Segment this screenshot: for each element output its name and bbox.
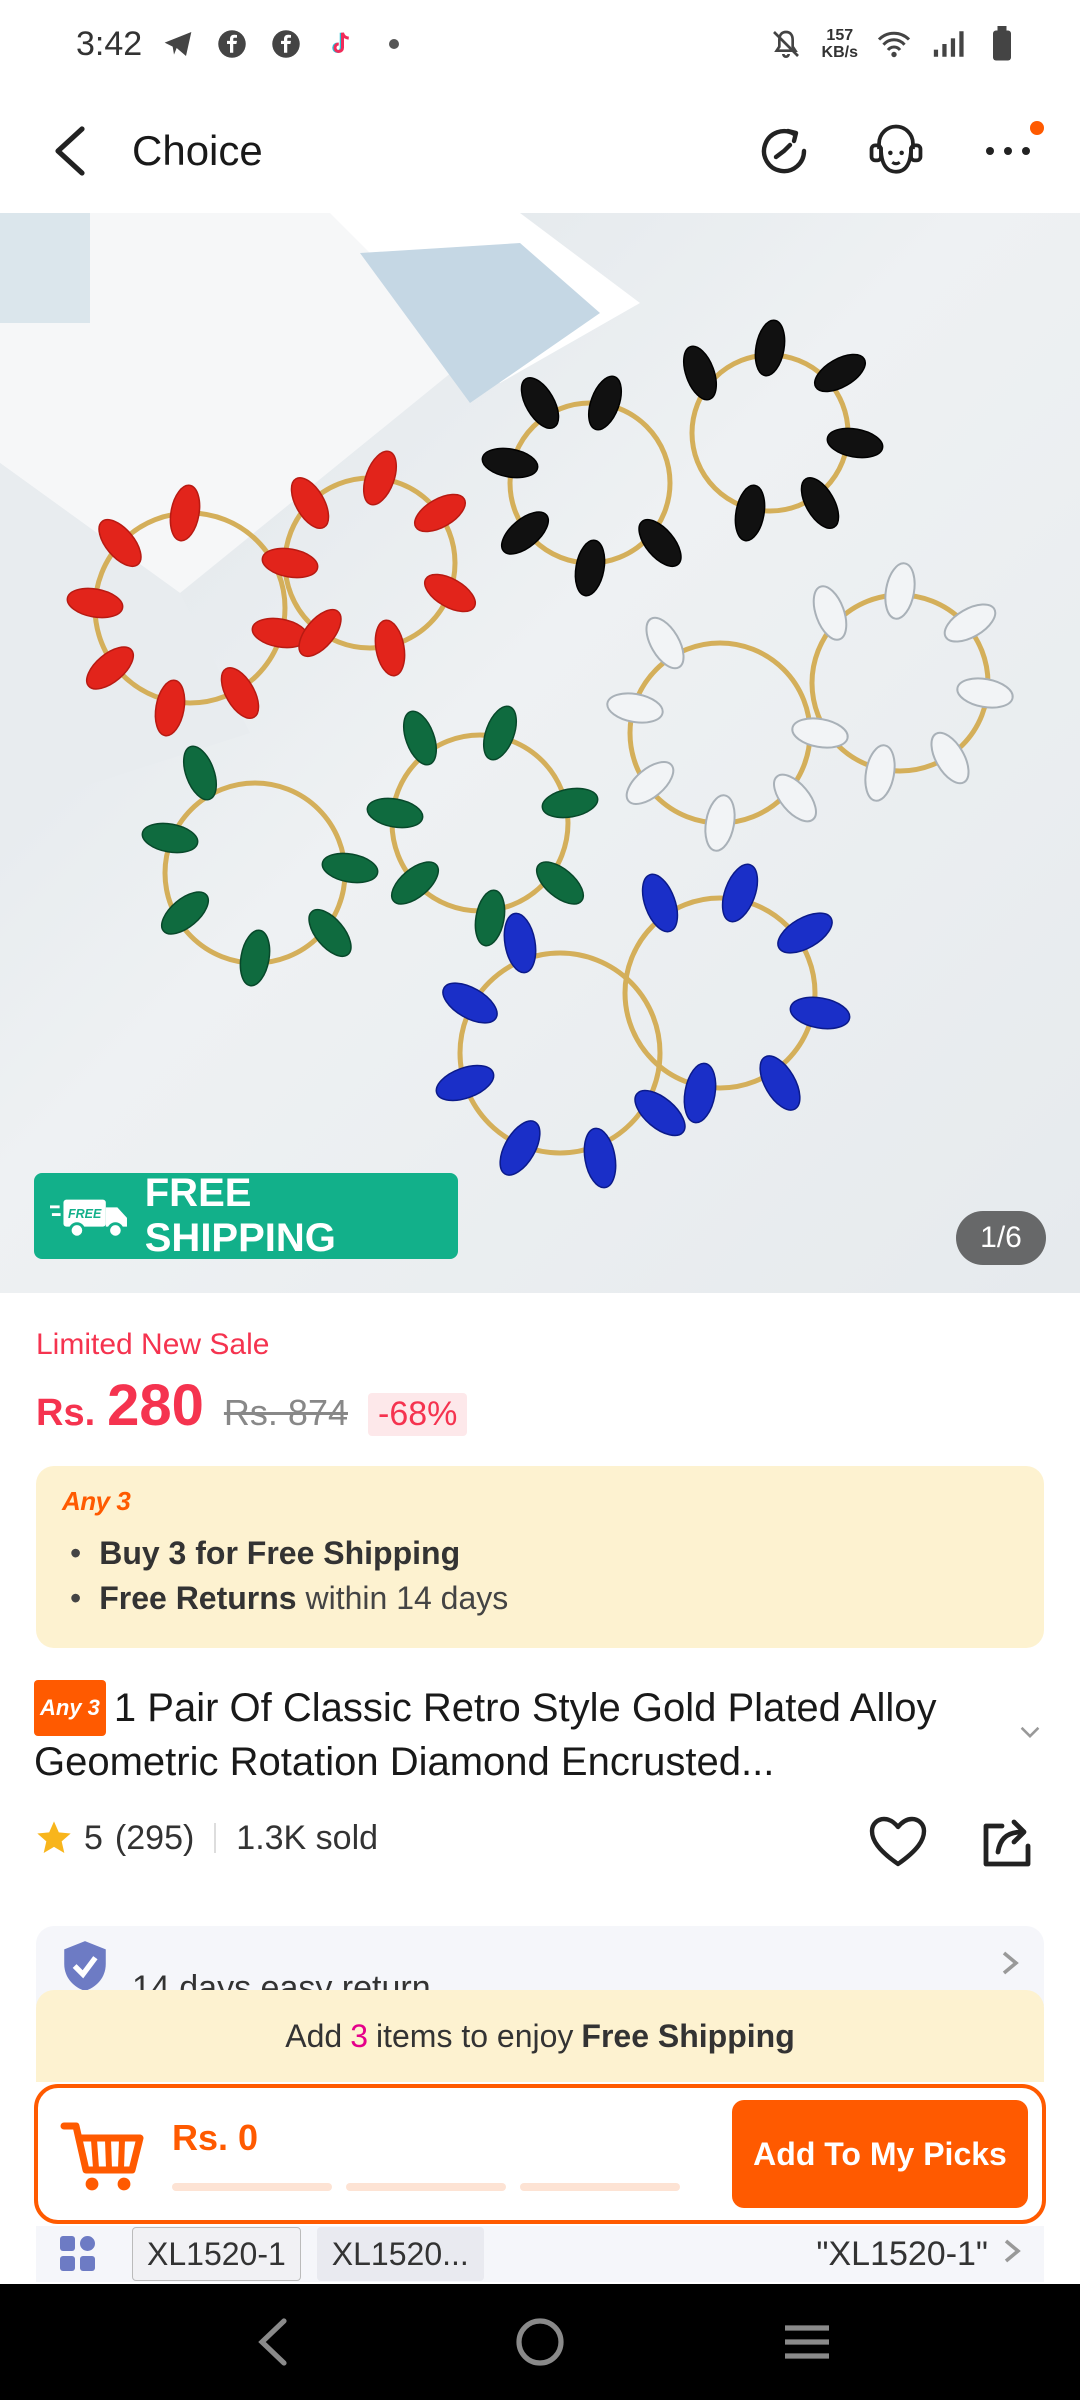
signal-icon [930,26,966,62]
nav-home-button[interactable] [500,2302,580,2382]
cart-progress [172,2183,732,2191]
support-agent-icon [869,124,923,174]
bundle-line-2: Free Returns within 14 days [62,1576,1018,1621]
more-button[interactable] [976,119,1044,183]
mute-icon [768,26,804,62]
share-icon[interactable] [976,1810,1040,1874]
cart-button[interactable] [52,2104,152,2204]
system-nav-bar [0,2284,1080,2400]
back-button[interactable] [40,121,100,181]
truck-icon: FREE [50,1199,127,1239]
telegram-icon [160,26,196,62]
star-icon [37,1821,71,1853]
facebook-icon [214,26,250,62]
page-title: Choice [132,126,263,174]
price-row: Rs. 280 Rs. 874 -68% [36,1372,468,1439]
nav-recents-icon [784,2325,829,2359]
shield-icon [64,1941,106,1991]
title-tag: Any 3 [34,1680,106,1736]
product-title[interactable]: Any 31 Pair Of Classic Retro Style Gold … [34,1680,1034,1788]
nav-back-button[interactable] [233,2302,313,2382]
status-bar: 3:42 157 KB/s [0,0,1080,88]
chevron-down-icon[interactable] [1016,1718,1044,1746]
nav-home-icon [516,2318,564,2366]
history-button[interactable] [752,119,816,183]
bundle-promo-box[interactable]: Any 3 Buy 3 for Free Shipping Free Retur… [36,1466,1044,1648]
divider [214,1823,217,1853]
support-button[interactable] [864,119,928,183]
truck-badge-text: FREE [68,1207,102,1221]
app-header: Choice [0,88,1080,213]
promo-label: Limited New Sale [36,1328,270,1361]
review-count: (295) [114,1818,195,1857]
heart-icon[interactable] [866,1810,930,1874]
chevron-right-icon [1000,1947,1020,1986]
status-time: 3:42 [76,24,143,63]
image-counter: 1/6 [956,1211,1046,1265]
notification-dot [1030,120,1044,135]
chevron-right-icon [1002,2236,1022,2273]
more-icon [986,146,1030,155]
product-photo [0,213,1014,1189]
product-image-gallery[interactable]: FREE FREE SHIPPING 1/6 [0,213,1080,1293]
bundle-line-1: Buy 3 for Free Shipping [62,1531,1018,1576]
history-icon [761,128,807,173]
net-speed: 157 KB/s [821,27,858,61]
progress-segment [520,2183,680,2191]
add-to-picks-button[interactable]: Add To My Picks [732,2100,1028,2208]
tiktok-icon [322,26,358,62]
cart-bar: Rs. 0 Add To My Picks [34,2084,1046,2224]
variant-chip[interactable]: XL1520-1 [132,2227,301,2281]
free-shipping-label: FREE SHIPPING [144,1171,336,1260]
free-shipping-badge: FREE FREE SHIPPING [34,1171,458,1260]
nav-recents-button[interactable] [767,2302,847,2382]
battery-icon [984,26,1020,62]
discount-badge: -68% [368,1393,468,1436]
variant-chip[interactable]: XL1520... [316,2227,484,2281]
sold-count: 1.3K sold [236,1818,379,1857]
price-current: 280 [107,1373,204,1438]
variant-row[interactable]: XL1520-1 XL1520... "XL1520-1" [36,2226,1044,2282]
selected-variant: "XL1520-1" [816,2234,988,2273]
cart-total: Rs. 0 [172,2117,259,2158]
product-title-text: 1 Pair Of Classic Retro Style Gold Plate… [34,1686,937,1784]
grid-icon [60,2236,95,2271]
facebook-icon [268,26,304,62]
nav-back-icon [258,2318,287,2366]
cart-icon [60,2122,144,2191]
free-shipping-banner: Add 3 items to enjoy Free Shipping [36,1990,1044,2082]
progress-segment [346,2183,506,2191]
items-needed-count: 3 [350,2017,368,2054]
rating-row[interactable]: 5 (295) 1.3K sold [34,1818,378,1858]
price-currency: Rs. [36,1392,96,1434]
wifi-icon [876,26,912,62]
dot-icon [376,26,412,62]
back-icon [55,125,85,176]
progress-segment [172,2183,332,2191]
rating-score: 5 [84,1818,103,1857]
price-original: Rs. 874 [223,1392,348,1433]
bundle-tag: Any 3 [62,1486,131,1516]
